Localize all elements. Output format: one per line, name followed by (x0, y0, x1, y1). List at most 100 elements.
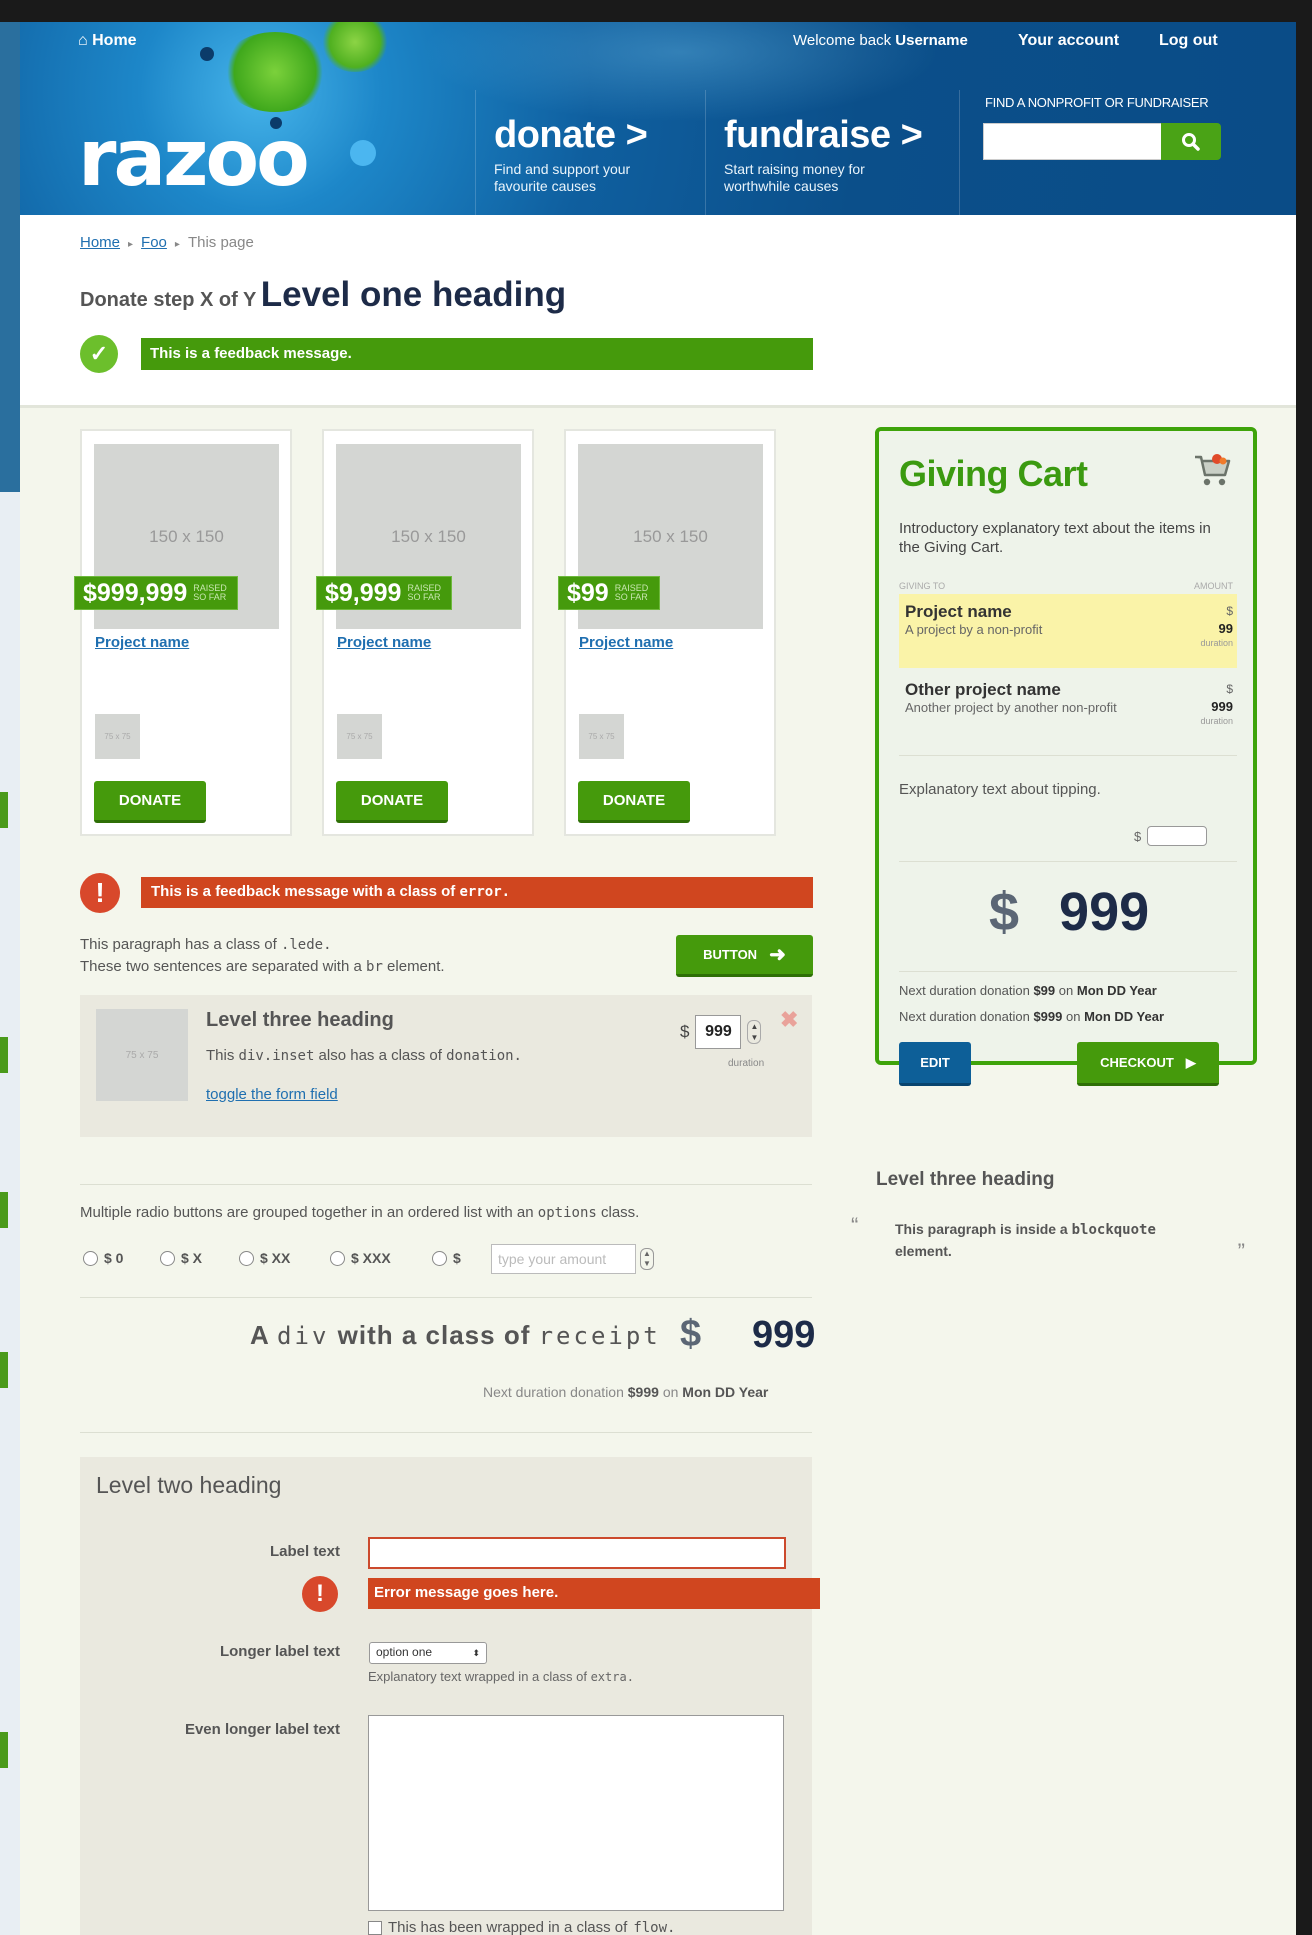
browser-page: ⌂ Home Welcome back Username Your accoun… (20, 22, 1296, 1935)
error-icon: ! (80, 873, 120, 913)
lede-paragraph: This paragraph has a class of .lede. The… (80, 936, 445, 975)
account-link[interactable]: Your account (1018, 32, 1119, 50)
divider (80, 1432, 812, 1433)
tip-selector[interactable]: $ (1134, 826, 1208, 846)
home-link[interactable]: ⌂ Home (78, 32, 137, 50)
project-name-link[interactable]: Project name (337, 634, 431, 651)
field-label: Label text (269, 1543, 340, 1560)
receipt-next-donation: Next duration donation $999 on Mon DD Ye… (483, 1384, 769, 1400)
welcome-text: Welcome back Username (793, 32, 968, 49)
form-section: Level two heading Label text ! Error mes… (80, 1457, 820, 1935)
logout-link[interactable]: Log out (1159, 32, 1218, 50)
fundraise-nav-title: fundraise > (724, 114, 923, 156)
inset-thumbnail: 75 x 75 (96, 1009, 188, 1101)
username[interactable]: Username (895, 32, 968, 49)
inset-text: This div.inset also has a class of donat… (206, 1047, 522, 1064)
donate-nav[interactable]: donate > Find and support your favourite… (475, 90, 705, 215)
project-name-link[interactable]: Project name (95, 634, 189, 651)
breadcrumb: Home ▸ Foo ▸ This page (80, 234, 254, 251)
feedback-message: This is a feedback message. (141, 338, 813, 370)
project-name-link[interactable]: Project name (579, 634, 673, 651)
background-window-edge (0, 22, 20, 1935)
breadcrumb-separator-icon: ▸ (174, 239, 180, 250)
next-donation: Next duration donation $999 on Mon DD Ye… (899, 1009, 1165, 1024)
amount-radio[interactable]: $ 0 (83, 1250, 123, 1266)
raised-badge: $99 RAISED SO FAR (558, 576, 660, 610)
receipt-label: A div with a class of receipt (250, 1320, 661, 1350)
search-icon (1182, 132, 1200, 151)
donate-nav-title: donate > (494, 114, 648, 156)
donate-button[interactable]: DONATE (578, 781, 690, 823)
next-donation: Next duration donation $99 on Mon DD Yea… (899, 983, 1157, 998)
donate-button[interactable]: DONATE (94, 781, 206, 823)
checkout-button[interactable]: CHECKOUT ▶ (1077, 1042, 1219, 1086)
error-icon: ! (302, 1576, 338, 1612)
cart-item[interactable]: Project name A project by a non-profit $… (899, 594, 1237, 668)
breadcrumb-foo[interactable]: Foo (141, 234, 167, 251)
tip-text: Explanatory text about tipping. (899, 781, 1101, 798)
level-two-heading: Level two heading (96, 1472, 282, 1498)
toggle-form-link[interactable]: toggle the form field (206, 1086, 338, 1103)
amount-radio[interactable]: $ XX (239, 1250, 290, 1266)
divider (80, 1184, 812, 1185)
breadcrumb-home[interactable]: Home (80, 234, 120, 251)
chevron-right-icon: ▶ (1185, 1054, 1196, 1070)
stepper-icon[interactable]: ▲ ▼ (640, 1248, 654, 1270)
search-button[interactable] (1161, 123, 1221, 160)
option-select[interactable]: option one ⬍ (369, 1642, 487, 1664)
raised-badge: $9,999 RAISED SO FAR (316, 576, 453, 610)
flow-checkbox[interactable]: This has been wrapped in a class of flow… (368, 1919, 675, 1935)
blockquote: “ This paragraph is inside a blockquote e… (851, 1213, 1245, 1264)
razoo-logo[interactable]: razoo (78, 114, 310, 204)
edit-button[interactable]: EDIT (899, 1042, 971, 1086)
close-quote-icon: ” (1237, 1239, 1245, 1264)
project-thumbnail: 75 x 75 (579, 714, 624, 759)
amount-radio[interactable]: $ XXX (330, 1250, 391, 1266)
search-input[interactable] (983, 123, 1163, 160)
donation-inset: 75 x 75 Level three heading This div.ins… (80, 995, 812, 1137)
field-label: Even longer label text (184, 1721, 340, 1738)
field-label: Longer label text (219, 1643, 340, 1660)
amount-radio[interactable]: $ X (160, 1250, 202, 1266)
custom-amount-input[interactable]: type your amount (491, 1244, 636, 1274)
shopping-cart-icon (1195, 454, 1231, 486)
site-header: ⌂ Home Welcome back Username Your accoun… (20, 22, 1296, 215)
remove-icon[interactable]: ✖ (780, 1007, 798, 1033)
long-textarea[interactable] (368, 1715, 784, 1911)
extra-note: Explanatory text wrapped in a class of e… (368, 1669, 634, 1684)
divider (899, 861, 1237, 862)
giving-cart: Giving Cart Introductory explanatory tex… (875, 427, 1257, 1086)
fundraise-nav-subtitle: Start raising money for worthwhile cause… (724, 161, 865, 194)
label-text-field[interactable] (368, 1537, 786, 1569)
step-indicator: Donate step X of Y (80, 289, 257, 311)
sidebar-heading: Level three heading (876, 1169, 1055, 1190)
fundraise-nav[interactable]: fundraise > Start raising money for wort… (705, 90, 959, 215)
donate-button[interactable]: DONATE (336, 781, 448, 823)
arrow-right-icon: ➜ (769, 944, 786, 966)
breadcrumb-separator-icon: ▸ (128, 239, 134, 250)
page-title: Donate step X of Y Level one heading (80, 275, 566, 315)
breadcrumb-current: This page (187, 234, 254, 251)
cart-title: Giving Cart (899, 453, 1088, 494)
column-header-amount: AMOUNT (1194, 581, 1233, 591)
column-header-giving: GIVING TO (899, 581, 946, 591)
inset-amount-input[interactable]: 999 (695, 1015, 742, 1049)
checkmark-icon: ✓ (80, 335, 118, 373)
generic-button[interactable]: BUTTON ➜ (676, 935, 813, 977)
stepper-icon[interactable]: ▲ ▼ (747, 1020, 762, 1044)
project-thumbnail: 75 x 75 (95, 714, 140, 759)
cart-item[interactable]: Other project name Another project by an… (899, 672, 1237, 756)
inset-heading: Level three heading (206, 1009, 394, 1031)
divider (80, 1297, 812, 1298)
project-thumbnail: 75 x 75 (337, 714, 382, 759)
duration-label: duration (728, 1058, 765, 1069)
search-label: FIND A NONPROFIT OR FUNDRAISER (985, 95, 1209, 110)
amount-radio[interactable]: $ (432, 1250, 461, 1266)
radio-intro: Multiple radio buttons are grouped toget… (80, 1204, 640, 1221)
open-quote-icon: “ (851, 1213, 859, 1238)
select-arrows-icon: ⬍ (472, 1648, 480, 1658)
project-card: 150 x 150 $9,999 RAISED SO FAR Project na… (316, 429, 534, 836)
divider (899, 971, 1237, 972)
raised-badge: $999,999 RAISED SO FAR (74, 576, 239, 610)
receipt-currency: $ (680, 1313, 702, 1355)
